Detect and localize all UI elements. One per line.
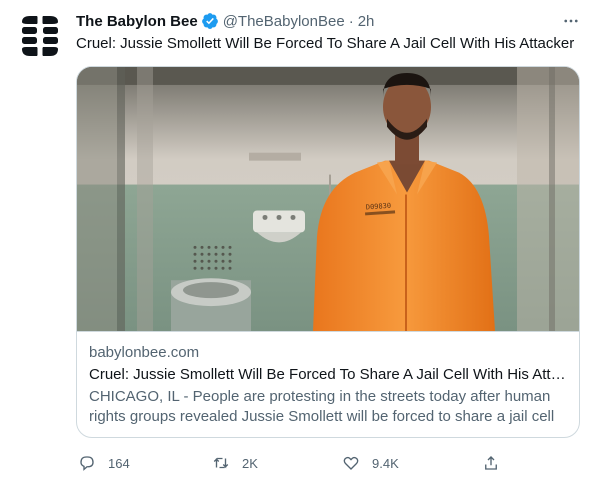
link-card[interactable]: D09830 babylonbee.com Cruel: Jussie Smol… xyxy=(76,66,580,438)
retweet-icon xyxy=(213,457,229,469)
card-title[interactable]: Cruel: Jussie Smollett Will Be Forced To… xyxy=(89,365,569,385)
more-icon xyxy=(564,19,578,23)
bee-logo-icon[interactable] xyxy=(16,12,64,60)
verified-badge-icon xyxy=(201,13,218,29)
card-description: CHICAGO, IL - People are protesting in t… xyxy=(89,388,555,425)
like-icon xyxy=(343,456,359,470)
tweet-timestamp[interactable]: 2h xyxy=(358,13,375,30)
like-count: 9.4K xyxy=(372,455,399,471)
retweet-count: 2K xyxy=(242,455,258,471)
tweet-text: Cruel: Jussie Smollett Will Be Forced To… xyxy=(76,35,575,52)
reply-icon xyxy=(80,456,94,471)
action-bar: 164 2K 9.4K xyxy=(76,452,580,474)
tweet[interactable]: The Babylon Bee @TheBabylonBee · 2h Crue… xyxy=(0,0,598,484)
share-icon xyxy=(485,456,497,470)
separator-dot: · xyxy=(348,12,354,30)
retweet-button[interactable]: 2K xyxy=(212,452,258,474)
card-image[interactable]: D09830 xyxy=(77,67,580,332)
card-domain: babylonbee.com xyxy=(89,344,200,361)
card-body: babylonbee.com Cruel: Jussie Smollett Wi… xyxy=(89,343,569,427)
share-button[interactable] xyxy=(482,452,512,474)
author-handle[interactable]: @TheBabylonBee xyxy=(223,13,345,30)
like-button[interactable]: 9.4K xyxy=(342,452,399,474)
tweet-header: The Babylon Bee @TheBabylonBee · 2h xyxy=(76,11,374,31)
reply-count: 164 xyxy=(108,455,130,471)
reply-button[interactable]: 164 xyxy=(78,452,130,474)
more-options-button[interactable] xyxy=(560,10,582,32)
author-name[interactable]: The Babylon Bee xyxy=(76,13,198,30)
